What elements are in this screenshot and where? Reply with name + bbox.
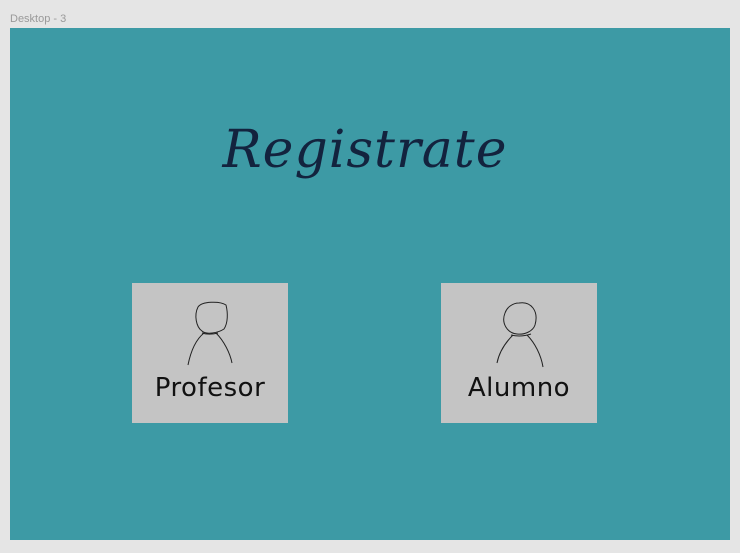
alumno-option-button[interactable]: Alumno [441, 283, 597, 423]
profesor-label: Profesor [154, 373, 266, 403]
frame-label: Desktop - 3 [10, 13, 67, 25]
alumno-label: Alumno [467, 373, 571, 403]
profesor-option-button[interactable]: Profesor [132, 283, 288, 423]
user-sketch-icon [496, 302, 544, 368]
page-title: Registrate [222, 120, 508, 180]
desktop-frame: Registrate Profesor Alumno [10, 28, 730, 540]
user-sketch-icon [187, 301, 233, 366]
